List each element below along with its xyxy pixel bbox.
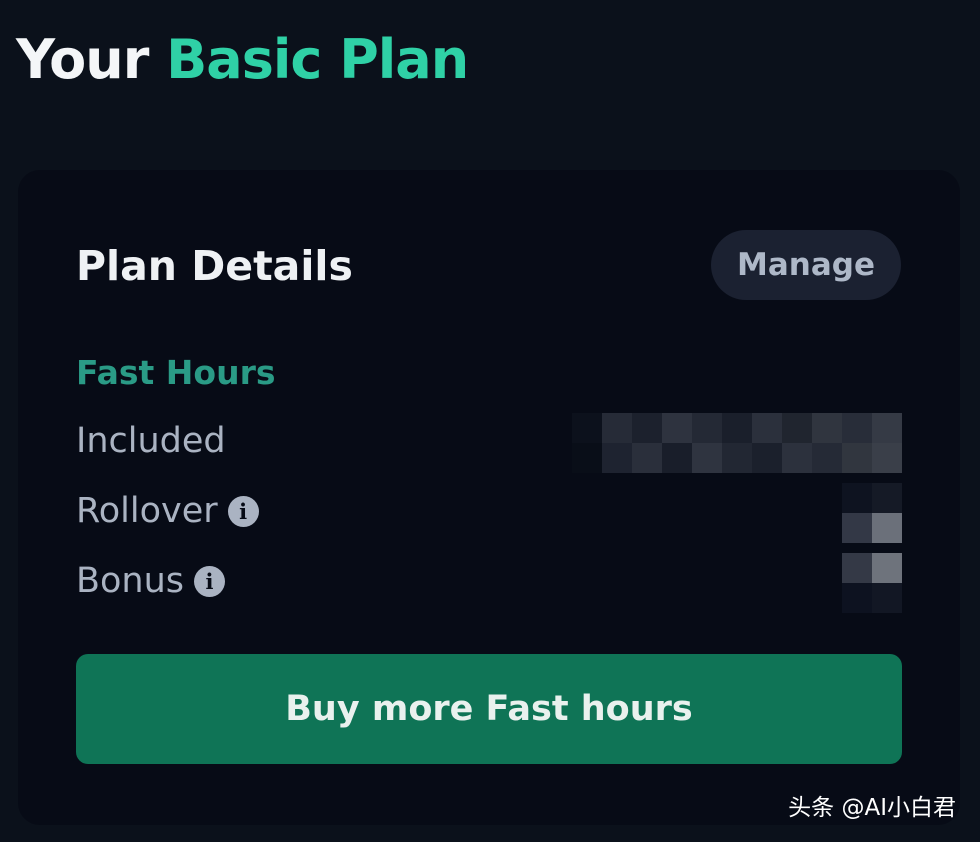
included-label: Included [76, 421, 226, 461]
manage-button[interactable]: Manage [711, 230, 901, 300]
fast-hours-label: Fast Hours [76, 353, 276, 392]
bonus-value-redacted [842, 553, 902, 613]
page-title-accent: Basic Plan [166, 28, 469, 91]
bonus-label: Bonus i [76, 561, 226, 601]
plan-details-card: Plan Details Manage Fast Hours Included [18, 170, 960, 825]
rollover-value-redacted [842, 483, 902, 543]
info-circle-icon[interactable]: i [194, 565, 226, 597]
card-title: Plan Details [76, 242, 353, 290]
rollover-label: Rollover i [76, 491, 259, 531]
included-value-redacted [572, 413, 902, 473]
included-row: Included [76, 413, 902, 473]
bonus-label-text: Bonus [76, 561, 185, 601]
buy-more-fast-hours-button[interactable]: Buy more Fast hours [76, 654, 902, 764]
watermark: 头条 @AI小白君 [788, 795, 956, 821]
page-title-prefix: Your [16, 28, 149, 91]
page-title: Your Basic Plan [16, 28, 469, 91]
info-circle-icon[interactable]: i [227, 495, 259, 527]
rollover-label-text: Rollover [76, 491, 218, 531]
bonus-row: Bonus i [76, 553, 902, 613]
rollover-row: Rollover i [76, 483, 902, 543]
included-label-text: Included [76, 421, 226, 461]
